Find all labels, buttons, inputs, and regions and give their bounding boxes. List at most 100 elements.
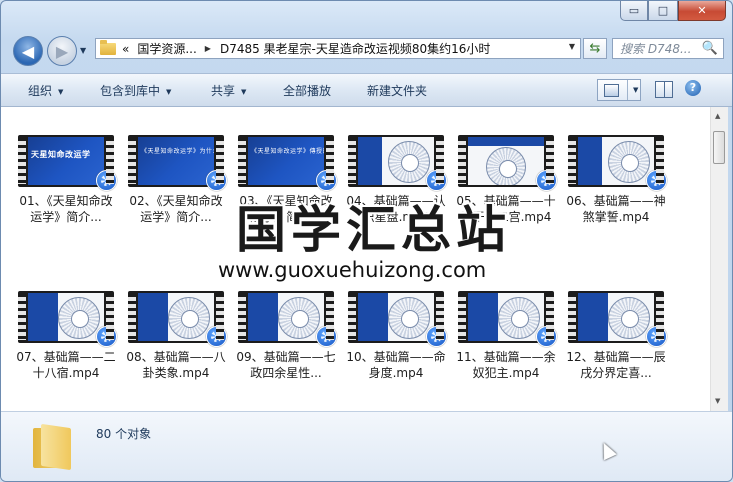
refresh-button[interactable]: ⇆	[583, 38, 607, 59]
help-icon[interactable]: ?	[685, 80, 701, 96]
star-chart-icon	[486, 147, 526, 185]
video-thumbnail	[568, 291, 667, 347]
star-chart-icon	[278, 297, 320, 339]
include-library-label: 包含到库中	[100, 84, 161, 98]
media-player-icon	[646, 326, 667, 347]
file-item[interactable]: 09、基础篇——七政四余星性...	[235, 291, 337, 381]
vertical-scrollbar[interactable]: ▲ ▼	[710, 107, 728, 411]
details-pane: 80 个对象	[1, 411, 732, 481]
video-thumbnail	[458, 135, 557, 191]
file-name: 03、《天星知命改运学》简介...	[239, 194, 333, 224]
navigation-bar: ◀ ▶ ▼ « 国学资源... ▶ D7485 果老星宗-天星造命改运视频80集…	[1, 35, 732, 66]
address-dropdown[interactable]: ▼	[569, 42, 575, 51]
video-thumbnail: 《天星知命改运学》为什么很少有人知	[128, 135, 227, 191]
file-item[interactable]: 《天星知命改运学》为什么很少有人知 02、《天星知命改运学》简介...	[125, 135, 227, 225]
search-icon[interactable]: 🔍	[702, 41, 718, 56]
media-player-icon	[316, 326, 337, 347]
thumbnail-text: 《天星知命改运学》傳授的内容和意义	[251, 148, 324, 155]
video-thumbnail	[458, 291, 557, 347]
chevron-down-icon[interactable]: ▼	[627, 80, 638, 100]
back-button[interactable]: ◀	[13, 36, 43, 66]
breadcrumb-item-resources[interactable]: 国学资源...	[137, 40, 196, 57]
title-bar: ▭ □ ✕	[1, 1, 732, 31]
folder-icon	[33, 423, 77, 471]
chevron-down-icon: ▼	[241, 87, 247, 96]
recent-pages-dropdown[interactable]: ▼	[80, 46, 86, 55]
file-name: 06、基础篇——神煞掌誓.mp4	[566, 194, 666, 224]
file-name: 07、基础篇——二十八宿.mp4	[16, 350, 116, 380]
file-name: 11、基础篇——余奴犯主.mp4	[456, 350, 556, 380]
change-view-button[interactable]: ▼	[597, 79, 641, 101]
search-box[interactable]: 搜索 D748... 🔍	[612, 38, 724, 59]
video-thumbnail	[568, 135, 667, 191]
media-player-icon	[96, 326, 117, 347]
video-thumbnail	[238, 291, 337, 347]
breadcrumb-overflow[interactable]: «	[122, 42, 129, 56]
file-item[interactable]: 10、基础篇——命身度.mp4	[345, 291, 447, 381]
share-label: 共享	[211, 84, 236, 98]
maximize-button[interactable]: □	[648, 1, 678, 21]
new-folder-button[interactable]: 新建文件夹	[367, 82, 427, 99]
scroll-down-icon[interactable]: ▼	[715, 397, 720, 405]
video-thumbnail	[348, 135, 447, 191]
media-player-icon	[536, 170, 557, 191]
close-button[interactable]: ✕	[678, 1, 726, 21]
video-thumbnail: 天星知命改运学	[18, 135, 117, 191]
chevron-down-icon: ▼	[58, 87, 64, 96]
file-list: 天星知命改运学 01、《天星知命改运学》简介... 《天星知命改运学》为什么很少…	[1, 107, 710, 411]
include-in-library-menu[interactable]: 包含到库中 ▼	[100, 82, 171, 99]
media-player-icon	[426, 170, 447, 191]
thumbnail-text: 天星知命改运学	[31, 150, 91, 159]
file-item[interactable]: 08、基础篇——八卦类象.mp4	[125, 291, 227, 381]
file-name: 02、《天星知命改运学》简介...	[129, 194, 223, 224]
address-bar[interactable]: « 国学资源... ▶ D7485 果老星宗-天星造命改运视频80集约16小时 …	[95, 38, 581, 59]
file-item[interactable]: 《天星知命改运学》傳授的内容和意义 03、《天星知命改运学》简介...	[235, 135, 337, 225]
window-controls: ▭ □ ✕	[620, 1, 726, 21]
scroll-up-icon[interactable]: ▲	[715, 112, 720, 120]
star-chart-icon	[608, 297, 650, 339]
star-chart-icon	[388, 141, 430, 183]
file-item[interactable]: 天星知命改运学 01、《天星知命改运学》简介...	[15, 135, 117, 225]
media-player-icon	[426, 326, 447, 347]
file-name: 10、基础篇——命身度.mp4	[346, 350, 446, 380]
play-all-button[interactable]: 全部播放	[283, 82, 331, 99]
file-name: 04、基础篇——认识星盘.mp4	[346, 194, 446, 224]
star-chart-icon	[388, 297, 430, 339]
media-player-icon	[96, 170, 117, 191]
file-item[interactable]: 07、基础篇——二十八宿.mp4	[15, 291, 117, 381]
breadcrumb-item-current[interactable]: D7485 果老星宗-天星造命改运视频80集约16小时	[220, 40, 490, 57]
folder-icon	[100, 39, 116, 55]
preview-pane-button[interactable]	[655, 81, 673, 98]
video-thumbnail	[18, 291, 117, 347]
media-player-icon	[316, 170, 337, 191]
share-menu[interactable]: 共享 ▼	[211, 82, 246, 99]
item-count: 80 个对象	[96, 427, 152, 441]
organize-menu[interactable]: 组织 ▼	[28, 82, 63, 99]
file-item[interactable]: 12、基础篇——辰戌分界定喜...	[565, 291, 667, 381]
file-name: 01、《天星知命改运学》简介...	[19, 194, 113, 224]
scroll-thumb[interactable]	[713, 131, 725, 164]
explorer-window: ▭ □ ✕ ◀ ▶ ▼ « 国学资源... ▶ D7485 果老星宗-天星造命改…	[0, 0, 733, 482]
video-thumbnail: 《天星知命改运学》傳授的内容和意义	[238, 135, 337, 191]
file-item[interactable]: 05、基础篇——十天干十二宫.mp4	[455, 135, 557, 225]
media-player-icon	[206, 326, 227, 347]
file-item[interactable]: 11、基础篇——余奴犯主.mp4	[455, 291, 557, 381]
breadcrumb: « 国学资源... ▶ D7485 果老星宗-天星造命改运视频80集约16小时	[122, 40, 490, 57]
command-bar: 组织 ▼ 包含到库中 ▼ 共享 ▼ 全部播放 新建文件夹 ▼ ?	[1, 73, 732, 107]
star-chart-icon	[608, 141, 650, 183]
file-name: 05、基础篇——十天干十二宫.mp4	[456, 194, 556, 224]
file-name: 09、基础篇——七政四余星性...	[236, 350, 336, 380]
star-chart-icon	[168, 297, 210, 339]
file-name: 12、基础篇——辰戌分界定喜...	[566, 350, 666, 380]
star-chart-icon	[498, 297, 540, 339]
breadcrumb-separator-icon[interactable]: ▶	[205, 44, 211, 53]
minimize-button[interactable]: ▭	[620, 1, 648, 21]
forward-button[interactable]: ▶	[47, 36, 77, 66]
view-icon	[604, 83, 619, 97]
thumbnail-text: 《天星知命改运学》为什么很少有人知	[141, 148, 214, 155]
organize-label: 组织	[28, 84, 53, 98]
file-item[interactable]: 04、基础篇——认识星盘.mp4	[345, 135, 447, 225]
search-input[interactable]: 搜索 D748...	[613, 40, 702, 57]
chevron-down-icon: ▼	[166, 87, 172, 96]
file-item[interactable]: 06、基础篇——神煞掌誓.mp4	[565, 135, 667, 225]
